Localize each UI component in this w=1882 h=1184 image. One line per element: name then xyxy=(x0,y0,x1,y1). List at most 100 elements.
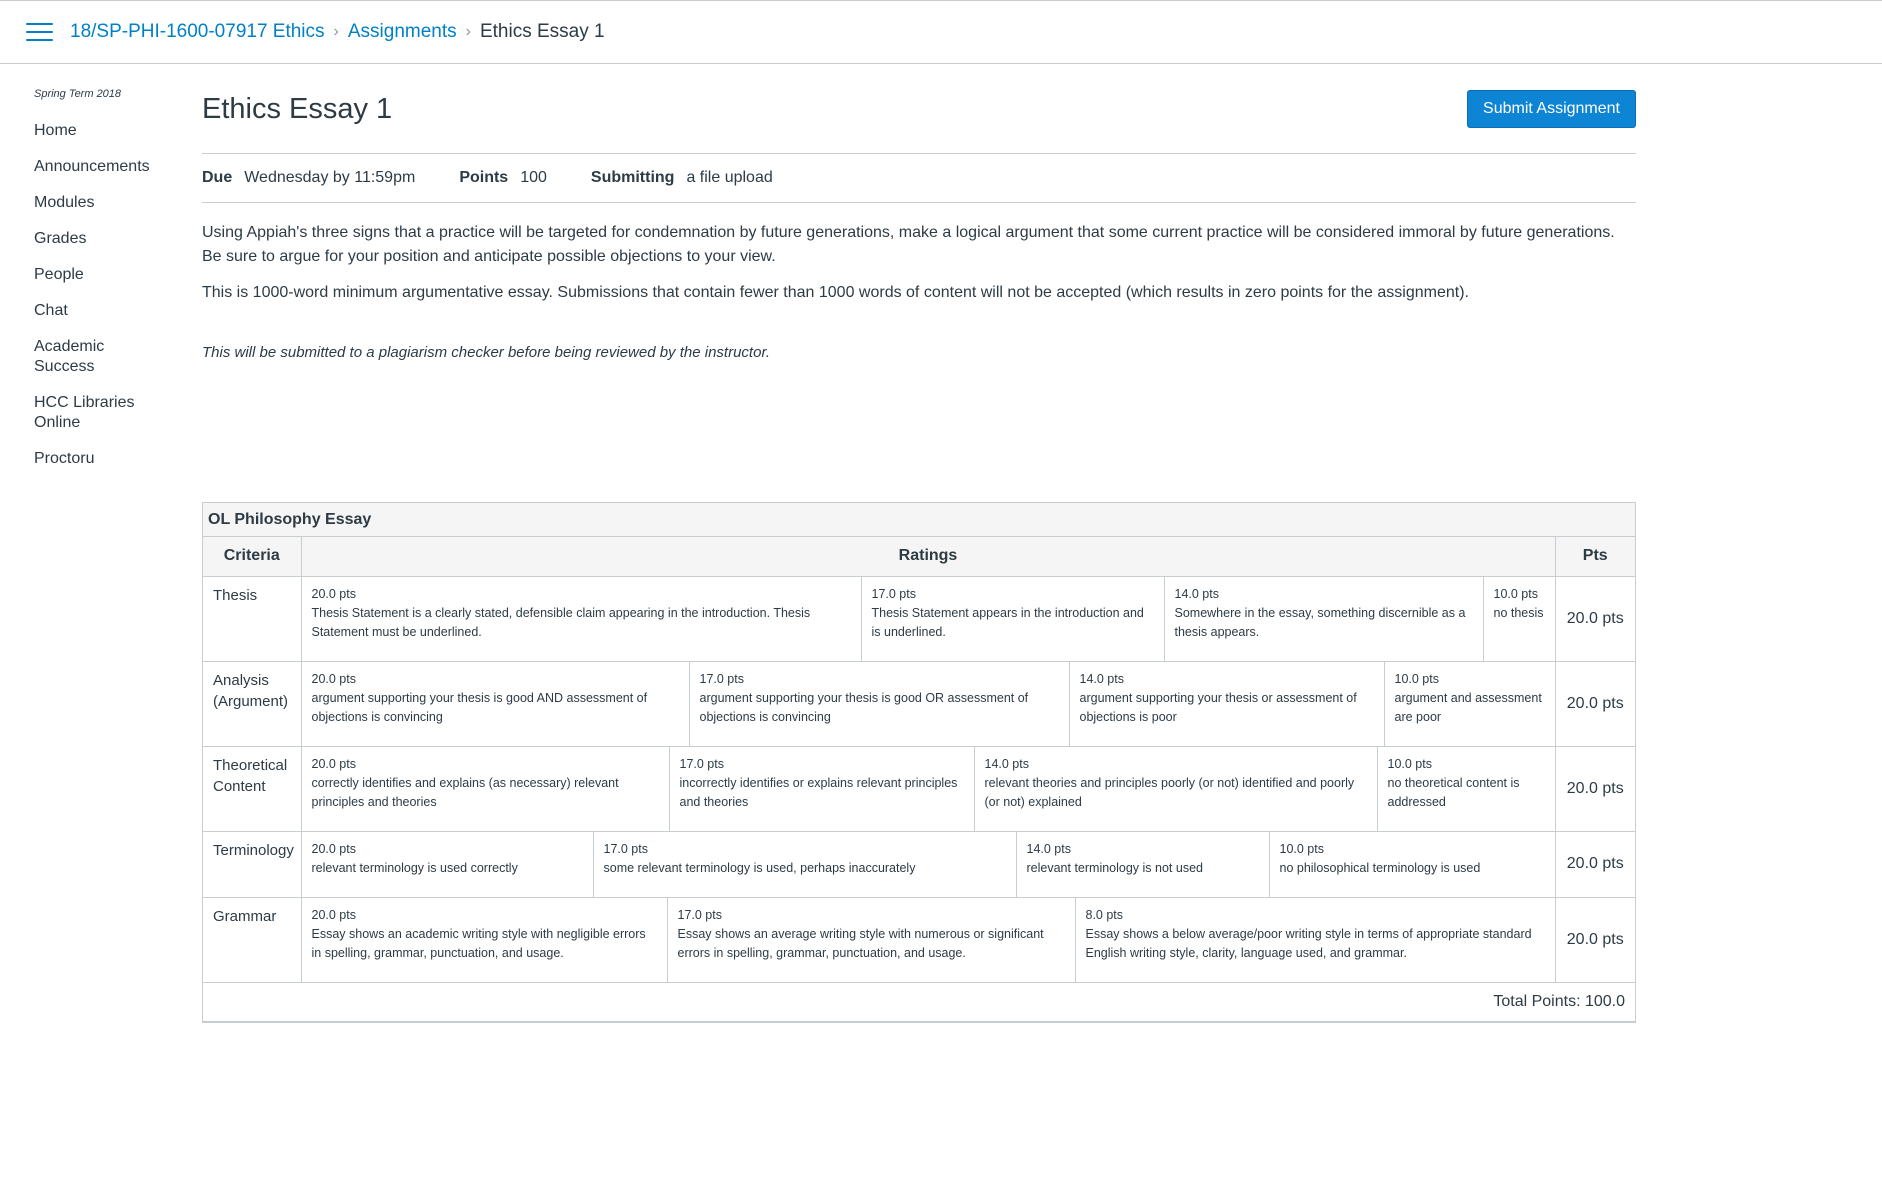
rating-description: argument supporting your thesis is good … xyxy=(311,690,648,724)
due-label: Due xyxy=(202,169,233,186)
criterion-name: Terminology xyxy=(203,831,302,898)
rating-item: 20.0 pts argument supporting your thesis … xyxy=(302,661,690,746)
rating-item: 8.0 pts Essay shows a below average/poor … xyxy=(1076,898,1555,982)
rating-description: Somewhere in the essay, something discer… xyxy=(1174,605,1466,639)
rubric: OL Philosophy Essay Criteria Ratings Pts… xyxy=(202,502,1636,1023)
rubric-row-terminology: Terminology 20.0 pts relevant terminology… xyxy=(203,831,1635,898)
rating-item: 10.0 pts no theoretical content is addres… xyxy=(1378,747,1555,831)
hamburger-menu-icon[interactable] xyxy=(26,23,53,43)
plagiarism-note: This will be submitted to a plagiarism c… xyxy=(202,344,771,361)
top-header: 18/SP-PHI-1600-07917 Ethics › Assignment… xyxy=(0,0,1882,64)
rating-points: 8.0 pts xyxy=(1085,907,1124,922)
rating-points: 20.0 pts xyxy=(311,586,356,601)
rating-description: argument supporting your thesis is good … xyxy=(699,690,1029,724)
rating-description: Essay shows an average writing style wit… xyxy=(677,926,1044,960)
rubric-row-analysis: Analysis (Argument) 20.0 pts argument sup… xyxy=(203,661,1635,747)
due-value: Wednesday by 11:59pm xyxy=(244,169,416,186)
rating-item: 20.0 pts relevant terminology is used cor… xyxy=(302,831,594,897)
criterion-name: Theoretical Content xyxy=(203,746,302,832)
submitting-label: Submitting xyxy=(590,169,675,186)
rating-description: Thesis Statement is a clearly stated, de… xyxy=(311,605,811,639)
ratings-cell: 20.0 pts relevant terminology is used cor… xyxy=(301,831,1556,898)
rating-item: 10.0 pts no thesis xyxy=(1484,577,1555,661)
ratings-cell: 20.0 pts Essay shows an academic writing … xyxy=(301,897,1556,983)
criterion-points: 20.0 pts xyxy=(1555,576,1635,662)
submit-assignment-button[interactable]: Submit Assignment xyxy=(1467,90,1636,128)
rubric-total-row: Total Points: 100.0 xyxy=(203,982,1635,1022)
rating-description: correctly identifies and explains (as ne… xyxy=(311,775,619,809)
rating-item: 14.0 pts Somewhere in the essay, somethin… xyxy=(1165,576,1484,661)
criteria-header: Criteria xyxy=(203,537,302,577)
breadcrumb-current: Ethics Essay 1 xyxy=(479,21,605,42)
rating-item: 17.0 pts Essay shows an average writing s… xyxy=(668,897,1076,982)
breadcrumb-course-link[interactable]: 18/SP-PHI-1600-07917 Ethics xyxy=(70,21,325,43)
rubric-total: Total Points: 100.0 xyxy=(203,982,1635,1022)
rubric-row-grammar: Grammar 20.0 pts Essay shows an academic … xyxy=(203,897,1635,983)
sidebar-item-announcements[interactable]: Announcements xyxy=(34,157,179,177)
rating-description: incorrectly identifies or explains relev… xyxy=(679,775,958,809)
rating-item: 17.0 pts some relevant terminology is use… xyxy=(594,831,1017,897)
sidebar-item-proctoru[interactable]: Proctoru xyxy=(34,449,179,469)
rating-description: relevant terminology is not used xyxy=(1026,860,1203,875)
rubric-row-theoretical-content: Theoretical Content 20.0 pts correctly id… xyxy=(203,746,1635,832)
rating-points: 17.0 pts xyxy=(699,671,744,686)
rating-points: 10.0 pts xyxy=(1394,671,1439,686)
rating-item: 10.0 pts argument and assessment are poor xyxy=(1385,662,1555,746)
breadcrumb: 18/SP-PHI-1600-07917 Ethics › Assignment… xyxy=(70,21,605,43)
rating-points: 17.0 pts xyxy=(871,586,916,601)
page-title: Ethics Essay 1 xyxy=(202,93,393,125)
points-value: 100 xyxy=(520,169,547,186)
criterion-points: 20.0 pts xyxy=(1555,831,1635,898)
rating-points: 20.0 pts xyxy=(311,907,356,922)
criterion-name: Analysis (Argument) xyxy=(203,661,302,747)
rating-item: 17.0 pts argument supporting your thesis … xyxy=(690,661,1070,746)
chevron-right-icon: › xyxy=(333,23,339,40)
breadcrumb-assignments-link[interactable]: Assignments xyxy=(348,21,457,43)
rating-item: 14.0 pts argument supporting your thesis … xyxy=(1070,661,1385,746)
rating-points: 14.0 pts xyxy=(984,756,1029,771)
rating-description: Essay shows a below average/poor writing… xyxy=(1085,926,1532,960)
rubric-header-row: Criteria Ratings Pts xyxy=(203,537,1635,577)
rating-points: 14.0 pts xyxy=(1174,586,1219,601)
sidebar-item-people[interactable]: People xyxy=(34,265,179,285)
ratings-header: Ratings xyxy=(301,537,1556,577)
rating-item: 20.0 pts Essay shows an academic writing … xyxy=(302,897,668,982)
rating-points: 14.0 pts xyxy=(1026,841,1071,856)
rating-description: some relevant terminology is used, perha… xyxy=(603,860,916,875)
rating-points: 17.0 pts xyxy=(677,907,722,922)
rating-points: 17.0 pts xyxy=(603,841,648,856)
ratings-cell: 20.0 pts correctly identifies and explain… xyxy=(301,746,1556,832)
rating-points: 10.0 pts xyxy=(1493,586,1538,601)
sidebar-item-modules[interactable]: Modules xyxy=(34,193,179,213)
sidebar-item-academic-success[interactable]: Academic Success xyxy=(34,337,124,377)
rating-description: relevant terminology is used correctly xyxy=(311,860,518,875)
rating-points: 17.0 pts xyxy=(679,756,724,771)
rating-description: no philosophical terminology is used xyxy=(1279,860,1481,875)
rating-item: 14.0 pts relevant theories and principles… xyxy=(975,746,1378,831)
description-paragraph: This is 1000-word minimum argumentative … xyxy=(202,284,1469,301)
assignment-content: Ethics Essay 1 Submit Assignment Due Wed… xyxy=(202,88,1636,377)
rating-description: Essay shows an academic writing style wi… xyxy=(311,926,646,960)
rating-points: 20.0 pts xyxy=(311,756,356,771)
course-nav: Spring Term 2018 Home Announcements Modu… xyxy=(34,88,179,485)
rubric-title: OL Philosophy Essay xyxy=(203,503,1635,537)
rating-description: no thesis xyxy=(1493,605,1544,620)
title-row: Ethics Essay 1 Submit Assignment xyxy=(202,88,1636,154)
rating-description: relevant theories and principles poorly … xyxy=(984,775,1355,809)
rating-item: 20.0 pts Thesis Statement is a clearly st… xyxy=(302,576,862,661)
rating-points: 10.0 pts xyxy=(1387,756,1432,771)
sidebar-item-hcc-libraries-online[interactable]: HCC Libraries Online xyxy=(34,393,144,433)
rubric-row-thesis: Thesis 20.0 pts Thesis Statement is a cle… xyxy=(203,576,1635,662)
rating-points: 14.0 pts xyxy=(1079,671,1124,686)
sidebar-item-chat[interactable]: Chat xyxy=(34,301,179,321)
rating-item: 17.0 pts Thesis Statement appears in the … xyxy=(862,576,1165,661)
rating-item: 10.0 pts no philosophical terminology is … xyxy=(1270,832,1555,897)
rating-points: 20.0 pts xyxy=(311,841,356,856)
rating-description: argument and assessment are poor xyxy=(1394,690,1542,724)
sidebar-item-grades[interactable]: Grades xyxy=(34,229,179,249)
sidebar-item-home[interactable]: Home xyxy=(34,121,179,141)
criterion-points: 20.0 pts xyxy=(1555,661,1635,747)
ratings-cell: 20.0 pts argument supporting your thesis … xyxy=(301,661,1556,747)
submitting-value: a file upload xyxy=(686,169,773,186)
ratings-cell: 20.0 pts Thesis Statement is a clearly st… xyxy=(301,576,1556,662)
